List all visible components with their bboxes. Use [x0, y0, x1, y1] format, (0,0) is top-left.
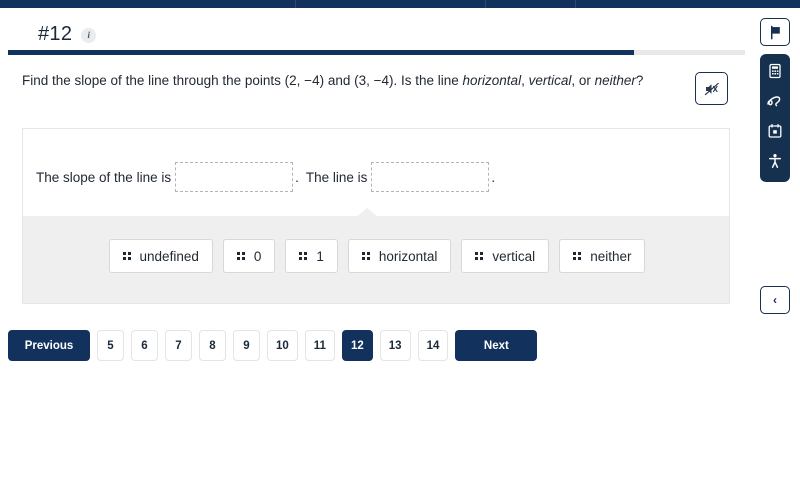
- page-button-9[interactable]: 9: [233, 330, 260, 361]
- next-button[interactable]: Next: [455, 330, 538, 361]
- calendar-icon: [768, 123, 782, 138]
- top-bar-segment-4: [576, 0, 800, 8]
- tile-list: undefined 0 1 horizontal vertical neither: [23, 239, 731, 273]
- speaker-muted-icon: [704, 82, 719, 95]
- answer-period-1: .: [295, 169, 299, 185]
- answer-tile-label: horizontal: [378, 248, 438, 264]
- answer-tile-label: undefined: [139, 248, 199, 264]
- top-bar: [0, 0, 800, 8]
- answer-tile[interactable]: horizontal: [347, 239, 452, 273]
- accessibility-icon: [769, 154, 781, 168]
- answer-period-2: .: [491, 169, 496, 185]
- question-sep2: , or: [571, 73, 595, 88]
- dropzone-line-type[interactable]: [371, 162, 490, 192]
- page-button-13[interactable]: 13: [379, 330, 411, 361]
- progress-bar-fill: [8, 50, 635, 55]
- drag-handle-icon[interactable]: [122, 252, 131, 260]
- question-text: Find the slope of the line through the p…: [22, 70, 672, 92]
- page-button-5[interactable]: 5: [97, 330, 124, 361]
- top-bar-segment-1: [0, 0, 296, 8]
- calculator-tool-button[interactable]: [765, 61, 785, 81]
- question-header: #12 i: [0, 16, 745, 52]
- answer-tile-label: vertical: [492, 248, 536, 264]
- question-emphasis-neither: neither: [594, 73, 636, 88]
- tool-rail: [760, 54, 790, 182]
- answer-tile[interactable]: undefined: [108, 239, 213, 273]
- answer-tile-label: 1: [316, 248, 324, 264]
- page-title: #12: [38, 22, 73, 45]
- question-emphasis-horizontal: horizontal: [462, 73, 522, 88]
- page-button-10[interactable]: 10: [267, 330, 298, 361]
- question-sep1: ,: [521, 73, 529, 88]
- previous-button[interactable]: Previous: [8, 330, 90, 361]
- draw-icon: [767, 96, 781, 107]
- dropzone-slope[interactable]: [175, 162, 294, 192]
- page-button-14[interactable]: 14: [417, 330, 449, 361]
- answer-tile-tray: undefined 0 1 horizontal vertical neither: [22, 216, 730, 304]
- answer-tile[interactable]: vertical: [461, 239, 550, 273]
- page-button-11[interactable]: 11: [304, 330, 335, 361]
- drag-handle-icon[interactable]: [573, 252, 582, 260]
- drag-handle-icon[interactable]: [475, 252, 484, 260]
- page-button-7[interactable]: 7: [165, 330, 192, 361]
- answer-tile[interactable]: 0: [222, 239, 276, 273]
- page-button-8[interactable]: 8: [199, 330, 226, 361]
- app-screen: #12 i Find the slope of the line through…: [0, 0, 800, 500]
- answer-tile-label: neither: [590, 248, 632, 264]
- drag-handle-icon[interactable]: [361, 252, 370, 260]
- flag-icon: [770, 25, 780, 39]
- answer-tile[interactable]: neither: [559, 239, 646, 273]
- answer-card: The slope of the line is . The line is .: [22, 128, 730, 216]
- accessibility-tool-button[interactable]: [765, 151, 785, 171]
- answer-tile[interactable]: 1: [285, 239, 338, 273]
- drag-handle-icon[interactable]: [236, 252, 245, 260]
- answer-tile-label: 0: [253, 248, 262, 264]
- collapse-rail-button[interactable]: ‹: [760, 286, 790, 314]
- answer-middle-text: The line is: [305, 169, 368, 185]
- chevron-left-icon: ‹: [773, 293, 777, 307]
- main-content: #12 i Find the slope of the line through…: [0, 8, 745, 500]
- calendar-tool-button[interactable]: [765, 121, 785, 141]
- answer-lead-text: The slope of the line is: [36, 169, 172, 185]
- flag-question-button[interactable]: [760, 18, 790, 46]
- page-button-12[interactable]: 12: [341, 330, 373, 361]
- pagination: Previous 5 6 7 8 9 10 11 12 13 14 Next: [8, 330, 538, 361]
- top-bar-segment-2: [296, 0, 486, 8]
- top-bar-segment-3: [486, 0, 576, 8]
- drag-handle-icon[interactable]: [299, 252, 308, 260]
- calculator-icon: [769, 63, 781, 79]
- answer-sentence: The slope of the line is . The line is .: [36, 162, 502, 192]
- page-button-6[interactable]: 6: [131, 330, 158, 361]
- info-icon[interactable]: i: [81, 27, 97, 43]
- progress-bar: [8, 50, 745, 55]
- question-end: ?: [635, 73, 644, 88]
- question-text-part1: Find the slope of the line through the p…: [22, 73, 463, 88]
- audio-mute-button[interactable]: [695, 72, 728, 105]
- draw-tool-button[interactable]: [765, 91, 785, 111]
- question-emphasis-vertical: vertical: [528, 73, 572, 88]
